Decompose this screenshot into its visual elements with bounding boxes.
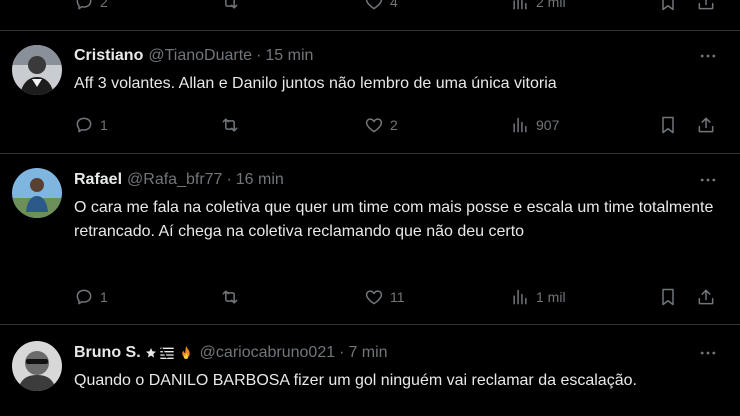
views-chart-icon — [510, 115, 530, 135]
retweet-icon — [220, 115, 240, 135]
tweet-header: Bruno S. @cariocabruno021 · 7 min — [74, 341, 388, 365]
more-dots-icon — [700, 351, 716, 355]
user-handle[interactable]: @TianoDuarte — [148, 47, 252, 65]
user-handle[interactable]: @cariocabruno021 — [200, 344, 335, 362]
retweet-button[interactable] — [220, 111, 240, 139]
like-button[interactable]: 11 — [364, 283, 405, 311]
share-icon — [696, 115, 716, 135]
avatar[interactable] — [12, 341, 62, 391]
separator-dot: · — [339, 344, 345, 361]
display-name[interactable]: Bruno S. — [74, 344, 141, 362]
more-button[interactable] — [696, 341, 720, 365]
views-count: 1 mil — [536, 289, 566, 305]
tweet-header: Rafael @Rafa_bfr77 · 16 min — [74, 168, 284, 192]
share-button[interactable] — [696, 111, 716, 139]
timestamp[interactable]: 7 min — [348, 344, 387, 362]
heart-icon — [364, 115, 384, 135]
heart-icon — [364, 0, 384, 12]
reply-count: 2 — [100, 0, 108, 10]
tweet-text: Quando o DANILO BARBOSA fizer um gol nin… — [74, 372, 637, 389]
bookmark-icon — [658, 0, 678, 12]
flag-icon — [160, 347, 174, 359]
bookmark-icon — [658, 115, 678, 135]
bookmark-button[interactable] — [658, 0, 678, 16]
avatar[interactable] — [12, 45, 62, 95]
reply-icon — [74, 115, 94, 135]
separator-dot: · — [226, 171, 232, 188]
heart-icon — [364, 287, 384, 307]
reply-count: 1 — [100, 117, 108, 133]
more-dots-icon — [700, 178, 716, 182]
like-count: 4 — [390, 0, 398, 10]
share-icon — [696, 0, 716, 12]
reply-icon — [74, 287, 94, 307]
more-button[interactable] — [696, 44, 720, 68]
retweet-button[interactable] — [220, 0, 240, 16]
like-button[interactable]: 2 — [364, 111, 398, 139]
views-chart-icon — [510, 287, 530, 307]
reply-button[interactable]: 2 — [74, 0, 108, 16]
views-count: 2 mil — [536, 0, 566, 10]
retweet-button[interactable] — [220, 283, 240, 311]
timestamp[interactable]: 15 min — [265, 47, 313, 65]
views-chart-icon — [510, 0, 530, 12]
tweet-rafael[interactable]: Rafael @Rafa_bfr77 · 16 min O cara me fa… — [0, 154, 740, 324]
user-handle[interactable]: @Rafa_bfr77 — [127, 171, 222, 189]
tweet-bruno[interactable]: Bruno S. @cariocabruno021 · 7 min Quando… — [0, 325, 740, 416]
reply-button[interactable]: 1 — [74, 283, 108, 311]
separator-dot: · — [256, 47, 262, 64]
star-icon — [145, 348, 156, 358]
fire-icon — [181, 345, 190, 359]
share-icon — [696, 287, 716, 307]
views-button[interactable]: 1 mil — [510, 283, 566, 311]
reply-icon — [74, 0, 94, 12]
tweet-text: O cara me fala na coletiva que quer um t… — [74, 199, 714, 240]
like-count: 11 — [390, 289, 405, 305]
action-bar-previous-tweet: 2 4 2 mil — [0, 0, 740, 16]
retweet-icon — [220, 0, 240, 12]
action-bar: 1 11 1 mil — [0, 283, 740, 311]
tweet-header: Cristiano @TianoDuarte · 15 min — [74, 44, 313, 68]
tweet-text: Aff 3 volantes. Allan e Danilo juntos nã… — [74, 75, 557, 92]
reply-button[interactable]: 1 — [74, 111, 108, 139]
more-dots-icon — [700, 54, 716, 58]
name-emojis — [145, 344, 195, 362]
display-name[interactable]: Rafael — [74, 171, 122, 189]
like-button[interactable]: 4 — [364, 0, 398, 16]
bookmark-icon — [658, 287, 678, 307]
like-count: 2 — [390, 117, 398, 133]
share-button[interactable] — [696, 0, 716, 16]
tweet-cristiano[interactable]: Cristiano @TianoDuarte · 15 min Aff 3 vo… — [0, 31, 740, 153]
retweet-icon — [220, 287, 240, 307]
views-button[interactable]: 2 mil — [510, 0, 566, 16]
bookmark-button[interactable] — [658, 283, 678, 311]
timestamp[interactable]: 16 min — [236, 171, 284, 189]
action-bar: 1 2 907 — [0, 111, 740, 139]
views-button[interactable]: 907 — [510, 111, 559, 139]
share-button[interactable] — [696, 283, 716, 311]
avatar[interactable] — [12, 168, 62, 218]
reply-count: 1 — [100, 289, 108, 305]
views-count: 907 — [536, 117, 560, 133]
bookmark-button[interactable] — [658, 111, 678, 139]
more-button[interactable] — [696, 168, 720, 192]
display-name[interactable]: Cristiano — [74, 47, 143, 65]
